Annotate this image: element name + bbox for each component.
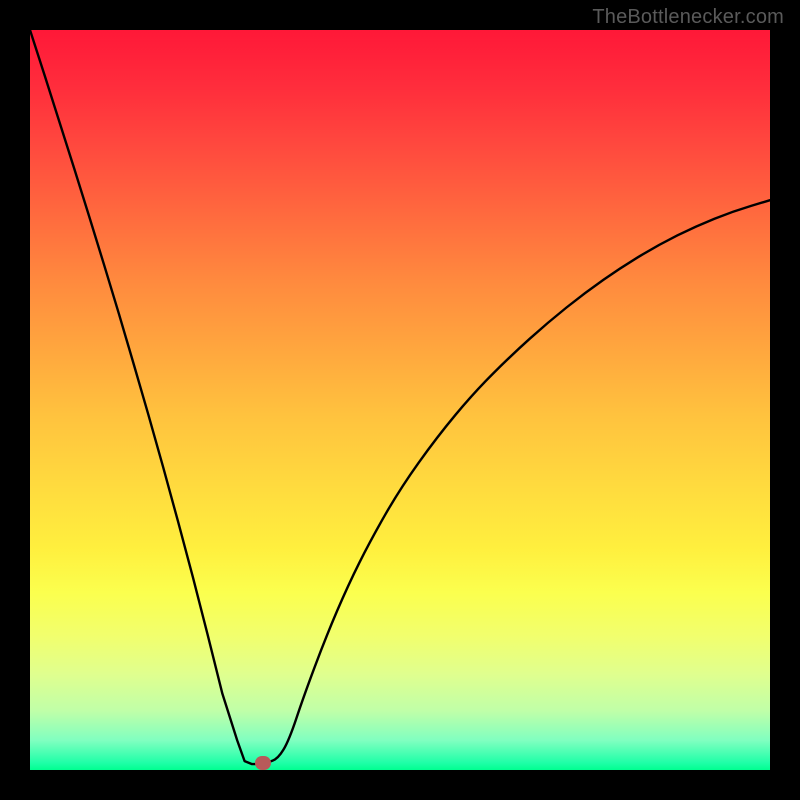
chart-plot-area [30,30,770,770]
chart-frame: TheBottlenecker.com [0,0,800,800]
curve-path [30,30,770,764]
watermark-text: TheBottlenecker.com [592,6,784,29]
bottleneck-curve [30,30,770,770]
optimal-point-marker [255,756,271,770]
